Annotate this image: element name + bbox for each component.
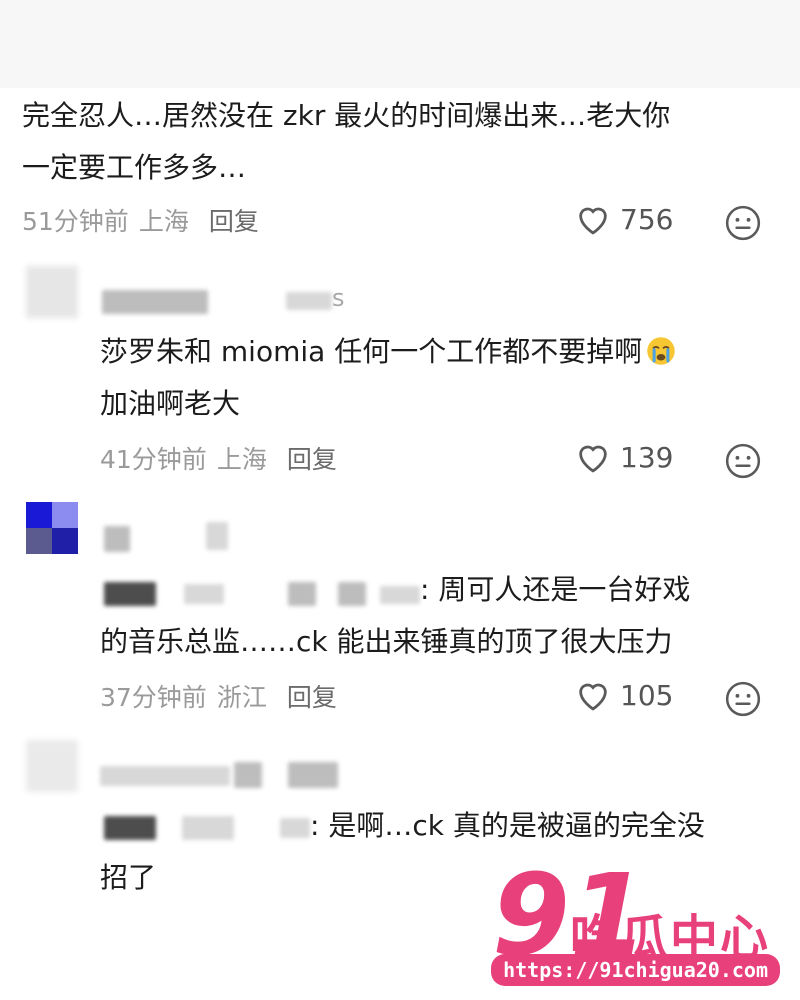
crying-emoji-icon	[647, 337, 675, 365]
comment-item-1: 完全忍人…居然没在 zkr 最火的时间爆出来…老大你 一定要工作多多…	[22, 90, 782, 194]
comment-time: 41分钟前	[100, 445, 207, 474]
like-button-2[interactable]: 139	[574, 440, 673, 474]
username-suffix: s	[332, 284, 345, 312]
comment-item-2: 莎罗朱和 miomia 任何一个工作都不要掉啊 加油啊老大	[100, 326, 780, 430]
like-button-1[interactable]: 756	[574, 202, 673, 236]
like-count: 139	[620, 440, 674, 474]
comment-location: 上海	[138, 207, 189, 236]
avatar[interactable]	[26, 266, 78, 318]
comment-text: : 是啊…ck 真的是被逼的完全没	[310, 809, 705, 842]
comment-location: 上海	[216, 445, 267, 474]
avatar[interactable]	[26, 502, 78, 554]
username-redacted	[206, 522, 228, 550]
comment-text-line-1: 莎罗朱和 miomia 任何一个工作都不要掉啊	[100, 326, 780, 378]
comment-time: 51分钟前	[22, 207, 129, 236]
heart-outline-icon	[579, 445, 607, 473]
username-redacted	[234, 762, 262, 788]
comment-text: : 周可人还是一台好戏	[420, 573, 691, 606]
username-redacted	[104, 526, 130, 552]
comment-item-3: : 周可人还是一台好戏 的音乐总监……ck 能出来锤真的顶了很大压力	[100, 564, 780, 668]
comment-text-line-2: 招了	[100, 861, 157, 894]
comment-meta-1: 51分钟前 上海 回复	[22, 202, 259, 238]
username-redacted	[100, 766, 230, 786]
comment-text-line-2: 一定要工作多多…	[22, 151, 247, 184]
watermark-url: https://91chigua20.com	[491, 954, 780, 986]
comment-meta-3: 37分钟前 浙江 回复	[100, 678, 337, 714]
comment-time: 37分钟前	[100, 683, 207, 712]
username-redacted	[286, 292, 332, 310]
like-count: 105	[620, 678, 674, 712]
comment-text-line-1: : 是啊…ck 真的是被逼的完全没	[100, 800, 780, 852]
heart-outline-icon	[579, 207, 607, 235]
comment-text-line-1: : 周可人还是一台好戏	[100, 564, 780, 616]
like-button-3[interactable]: 105	[574, 678, 673, 712]
top-background-band	[0, 0, 800, 88]
smiley-emoji-icon[interactable]	[724, 442, 762, 480]
comment-text: 莎罗朱和 miomia 任何一个工作都不要掉啊	[100, 335, 643, 368]
comment-text-line-2: 加油啊老大	[100, 387, 241, 420]
like-count: 756	[620, 202, 674, 236]
comment-location: 浙江	[216, 683, 267, 712]
username-redacted	[288, 762, 338, 788]
comment-item-4: : 是啊…ck 真的是被逼的完全没 招了	[100, 800, 780, 904]
comment-text-line-2: 的音乐总监……ck 能出来锤真的顶了很大压力	[100, 625, 673, 658]
comment-meta-2: 41分钟前 上海 回复	[100, 440, 337, 476]
reply-button[interactable]: 回复	[287, 678, 337, 714]
heart-outline-icon	[579, 683, 607, 711]
reply-button[interactable]: 回复	[287, 440, 337, 476]
username-redacted	[102, 290, 208, 314]
comment-text-line-1: 完全忍人…居然没在 zkr 最火的时间爆出来…老大你	[22, 99, 671, 132]
avatar[interactable]	[26, 740, 78, 792]
smiley-emoji-icon[interactable]	[724, 680, 762, 718]
reply-button[interactable]: 回复	[209, 202, 259, 238]
smiley-emoji-icon[interactable]	[724, 204, 762, 242]
